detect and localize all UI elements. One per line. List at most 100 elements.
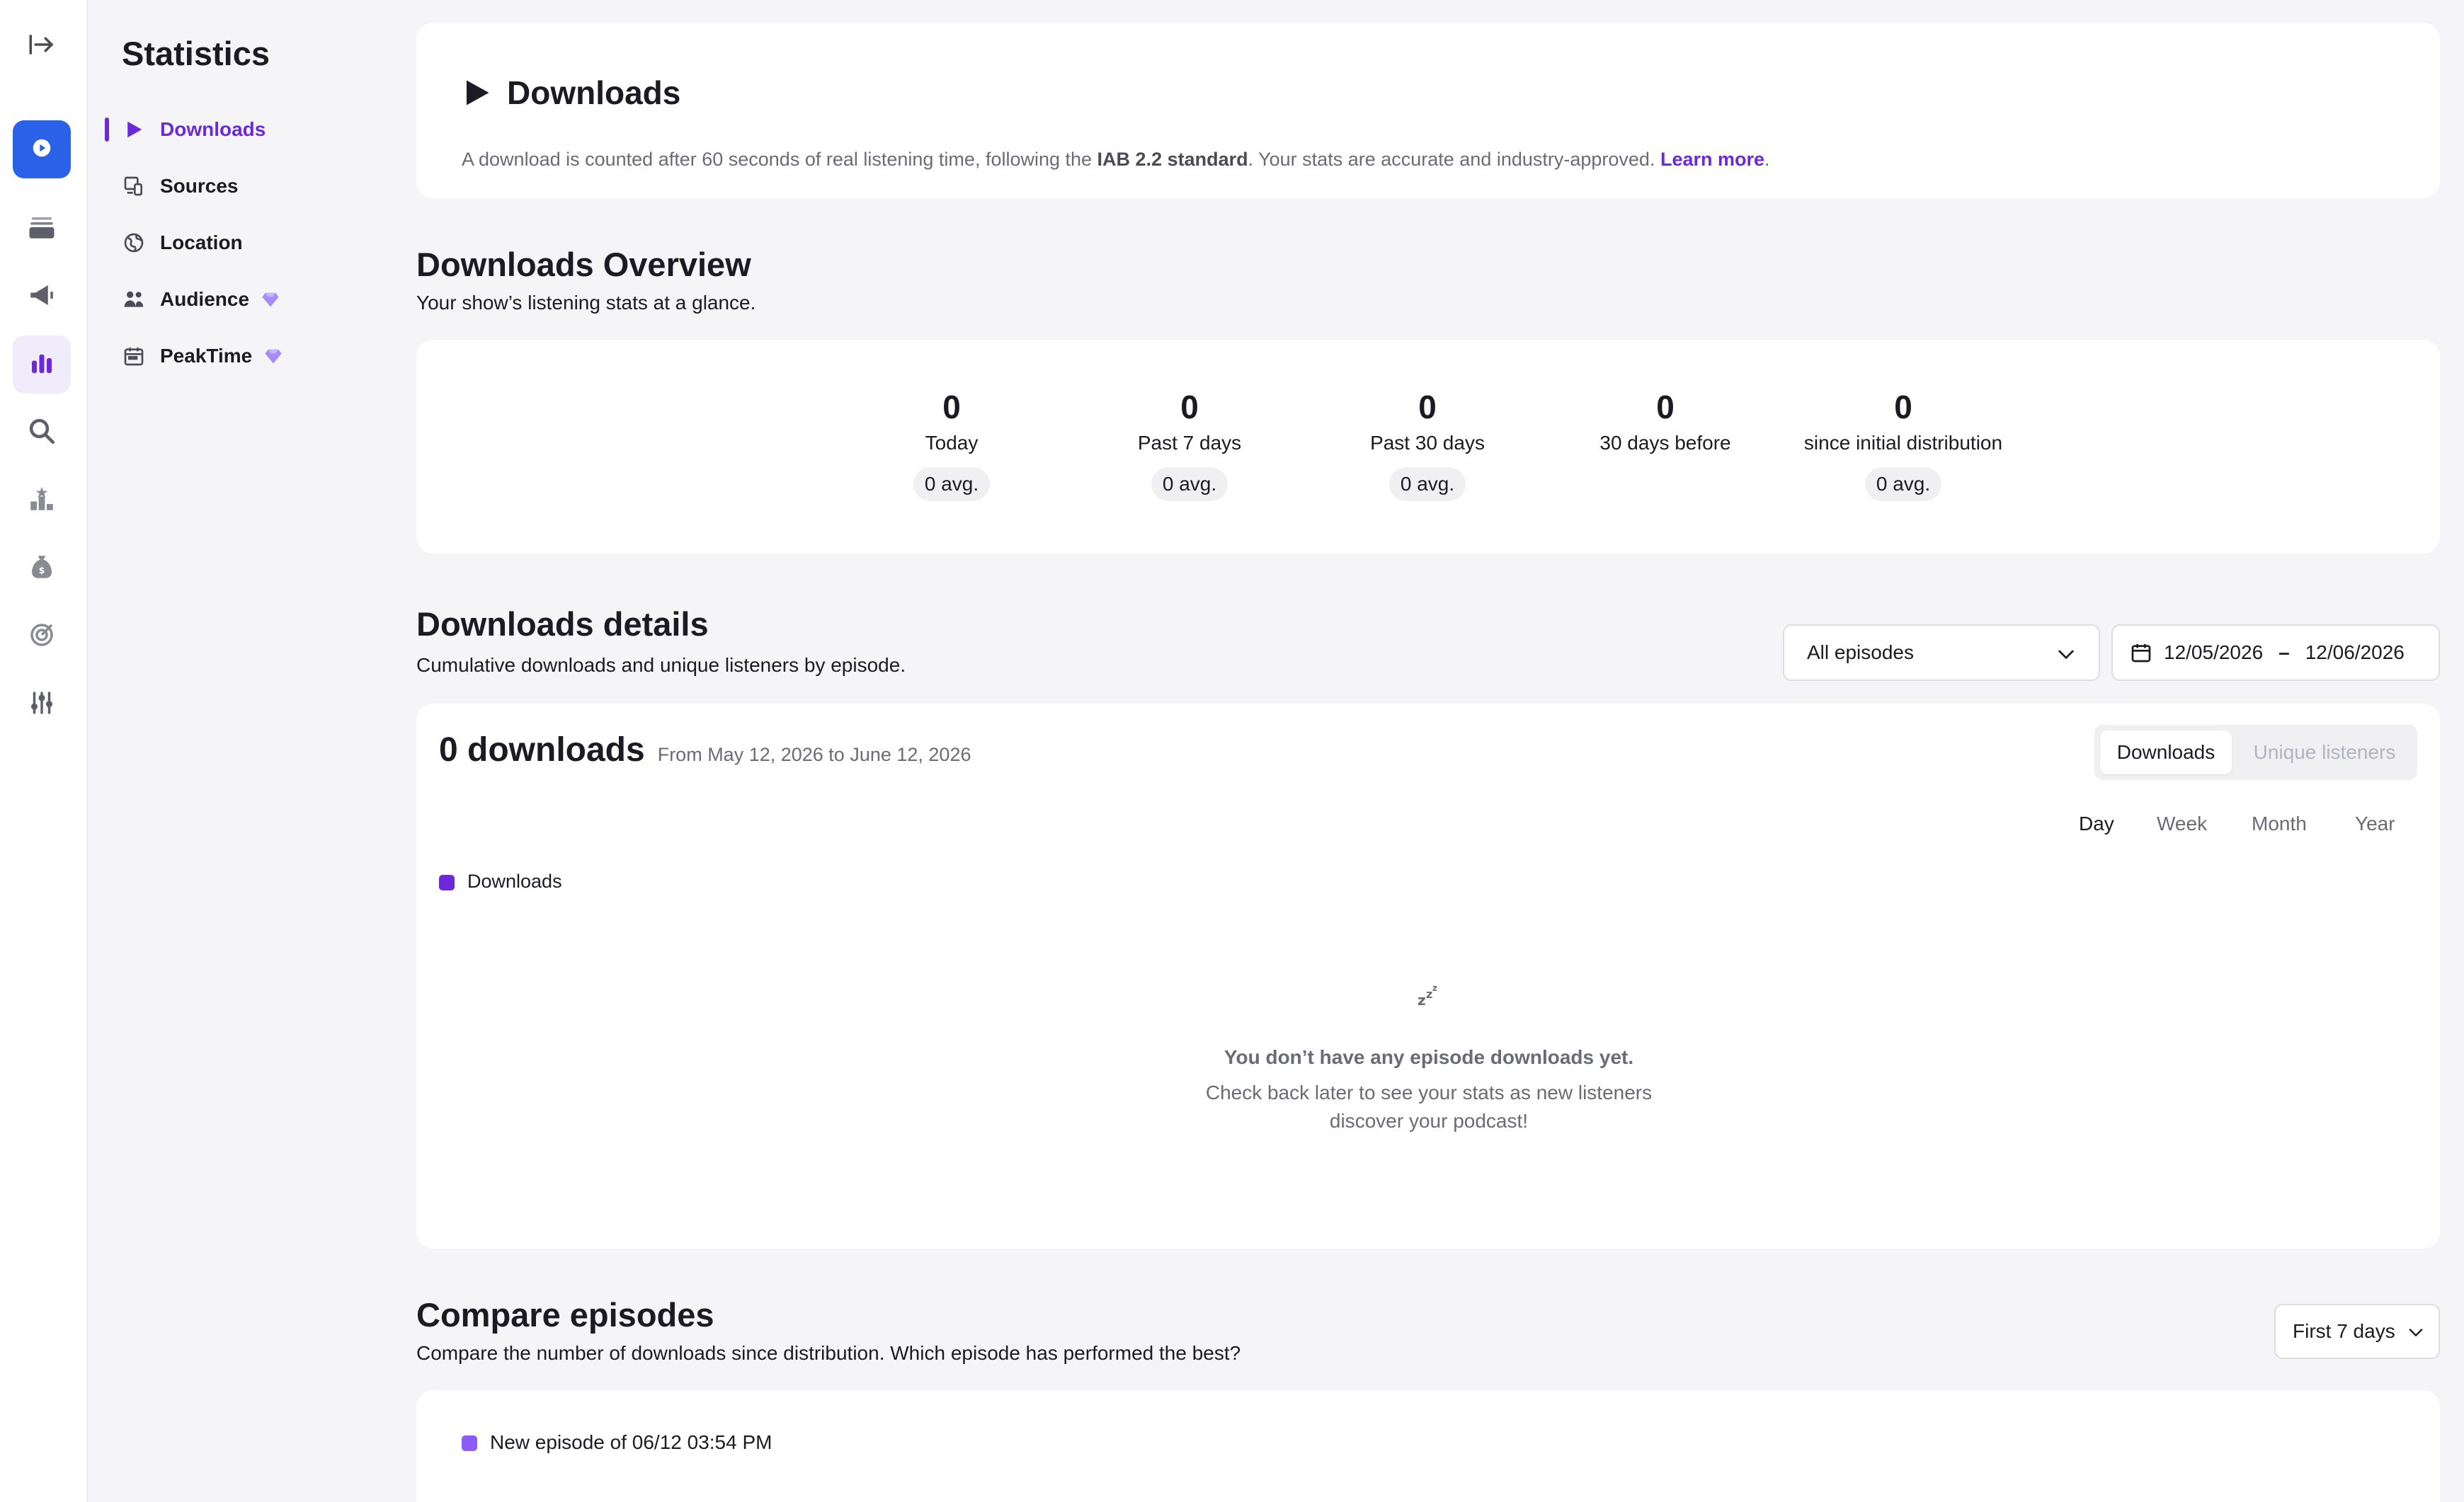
header-description: A download is counted after 60 seconds o… xyxy=(462,149,1770,171)
stat-label: Today xyxy=(925,432,979,454)
statistics-subnav: Statistics Downloads Sources Location Au… xyxy=(89,0,401,1502)
stat-30-days-before: 0 30 days before xyxy=(1559,386,1772,457)
period-year[interactable]: Year xyxy=(2355,813,2395,835)
episodes-nav-button[interactable] xyxy=(13,200,71,258)
money-bag-icon: $ xyxy=(27,552,57,585)
play-icon xyxy=(122,117,146,142)
rankings-nav-button[interactable] xyxy=(13,471,71,529)
toggle-unique-listeners[interactable]: Unique listeners xyxy=(2237,730,2412,774)
overview-title: Downloads Overview xyxy=(416,246,751,283)
page-title: Downloads xyxy=(507,74,681,111)
stat-past-7-days: 0 Past 7 days 0 avg. xyxy=(1083,386,1296,501)
zzz-icon: zzz xyxy=(1415,980,1443,1011)
period-week[interactable]: Week xyxy=(2157,813,2207,835)
episode-select-value: All episodes xyxy=(1807,641,1914,663)
subnav-item-label: Sources xyxy=(160,175,239,197)
promotion-nav-button[interactable] xyxy=(13,268,71,326)
compare-period-select[interactable]: First 7 days xyxy=(2274,1304,2440,1359)
date-start: 12/05/2026 xyxy=(2164,641,2264,663)
legend-swatch xyxy=(439,875,455,890)
description-text: A download is counted after 60 seconds o… xyxy=(462,149,1097,170)
svg-text:$: $ xyxy=(39,565,45,575)
subnav-item-label: PeakTime xyxy=(160,345,253,367)
total-downloads: 0 downloads xyxy=(439,731,645,769)
period-month[interactable]: Month xyxy=(2252,813,2307,835)
description-text: . xyxy=(1764,149,1770,170)
podcast-home-button[interactable] xyxy=(13,120,71,178)
goals-nav-button[interactable] xyxy=(13,607,71,665)
compare-title: Compare episodes xyxy=(416,1296,714,1334)
subnav-item-location[interactable]: Location xyxy=(122,222,243,264)
stat-avg-badge: 0 avg. xyxy=(1864,467,1942,501)
metric-toggle: Downloads Unique listeners xyxy=(2094,725,2417,780)
overview-subtitle: Your show’s listening stats at a glance. xyxy=(416,292,756,314)
date-range-text: From May 12, 2026 to June 12, 2026 xyxy=(657,744,971,765)
downloads-header-card: Downloads A download is counted after 60… xyxy=(416,23,2440,198)
subnav-title: Statistics xyxy=(122,35,270,72)
play-icon xyxy=(462,78,491,108)
downloads-chart-card: 0 downloads From May 12, 2026 to June 12… xyxy=(416,704,2440,1249)
premium-gem-icon xyxy=(261,289,280,309)
stat-value: 0 xyxy=(1180,389,1199,425)
stat-label: 30 days before xyxy=(1599,432,1731,454)
podcast-logo-icon xyxy=(27,133,57,166)
sliders-icon xyxy=(27,688,57,721)
period-day[interactable]: Day xyxy=(2079,813,2114,835)
learn-more-link[interactable]: Learn more xyxy=(1660,149,1764,170)
megaphone-icon xyxy=(27,280,57,314)
date-end: 12/06/2026 xyxy=(2305,641,2405,663)
legend-label: New episode of 06/12 03:54 PM xyxy=(490,1431,772,1453)
stat-value: 0 xyxy=(1656,389,1675,425)
empty-state-title: You don’t have any episode downloads yet… xyxy=(1224,1046,1634,1068)
description-bold: IAB 2.2 standard xyxy=(1097,149,1248,170)
stat-label: since initial distribution xyxy=(1803,432,2003,454)
premium-gem-icon xyxy=(263,346,283,366)
episode-select[interactable]: All episodes xyxy=(1783,624,2100,681)
subnav-item-peaktime[interactable]: PeakTime xyxy=(122,335,283,377)
collapse-sidebar-button[interactable] xyxy=(13,17,71,75)
stat-past-30-days: 0 Past 30 days 0 avg. xyxy=(1321,386,1534,501)
settings-nav-button[interactable] xyxy=(13,675,71,733)
subnav-item-sources[interactable]: Sources xyxy=(122,165,239,207)
empty-state-text: Check back later to see your stats as ne… xyxy=(1205,1082,1653,1132)
stat-since-distribution: 0 since initial distribution 0 avg. xyxy=(1797,386,2009,501)
subnav-item-label: Location xyxy=(160,231,243,253)
bar-chart-icon xyxy=(27,348,57,382)
compare-chart-card: New episode of 06/12 03:54 PM xyxy=(416,1390,2440,1502)
chevron-down-icon xyxy=(2406,1322,2426,1347)
stat-avg-badge: 0 avg. xyxy=(1388,467,1466,501)
details-title: Downloads details xyxy=(416,605,709,643)
calendar-icon xyxy=(2130,641,2152,664)
subnav-item-audience[interactable]: Audience xyxy=(122,278,280,321)
subnav-item-label: Audience xyxy=(160,288,250,310)
episodes-stack-icon xyxy=(27,212,57,246)
people-icon xyxy=(122,287,146,311)
active-indicator xyxy=(105,117,109,142)
statistics-nav-button[interactable] xyxy=(13,336,71,394)
legend-swatch xyxy=(462,1435,477,1451)
legend-label: Downloads xyxy=(467,871,562,892)
date-range-picker[interactable]: 12/05/2026 – 12/06/2026 xyxy=(2111,624,2440,681)
search-nav-button[interactable] xyxy=(13,403,71,462)
stat-value: 0 xyxy=(1894,389,1912,425)
stat-label: Past 7 days xyxy=(1137,432,1242,454)
devices-icon xyxy=(122,174,146,198)
stat-avg-badge: 0 avg. xyxy=(913,467,991,501)
stat-value: 0 xyxy=(1418,389,1437,425)
collapse-arrow-icon xyxy=(27,30,57,63)
compare-subtitle: Compare the number of downloads since di… xyxy=(416,1342,1241,1364)
details-subtitle: Cumulative downloads and unique listener… xyxy=(416,654,906,676)
compare-period-value: First 7 days xyxy=(2293,1320,2395,1342)
stat-avg-badge: 0 avg. xyxy=(1151,467,1228,501)
monetization-nav-button[interactable]: $ xyxy=(13,539,71,597)
search-icon xyxy=(27,416,57,449)
stat-today: 0 Today 0 avg. xyxy=(845,386,1058,501)
globe-icon xyxy=(122,231,146,255)
icon-rail: $ xyxy=(0,0,88,1502)
svg-text:z: z xyxy=(1418,992,1426,1008)
target-icon xyxy=(27,620,57,653)
subnav-item-downloads[interactable]: Downloads xyxy=(122,108,266,151)
svg-text:z: z xyxy=(1426,987,1432,1001)
description-text: . Your stats are accurate and industry-a… xyxy=(1248,149,1660,170)
toggle-downloads[interactable]: Downloads xyxy=(2100,730,2232,774)
